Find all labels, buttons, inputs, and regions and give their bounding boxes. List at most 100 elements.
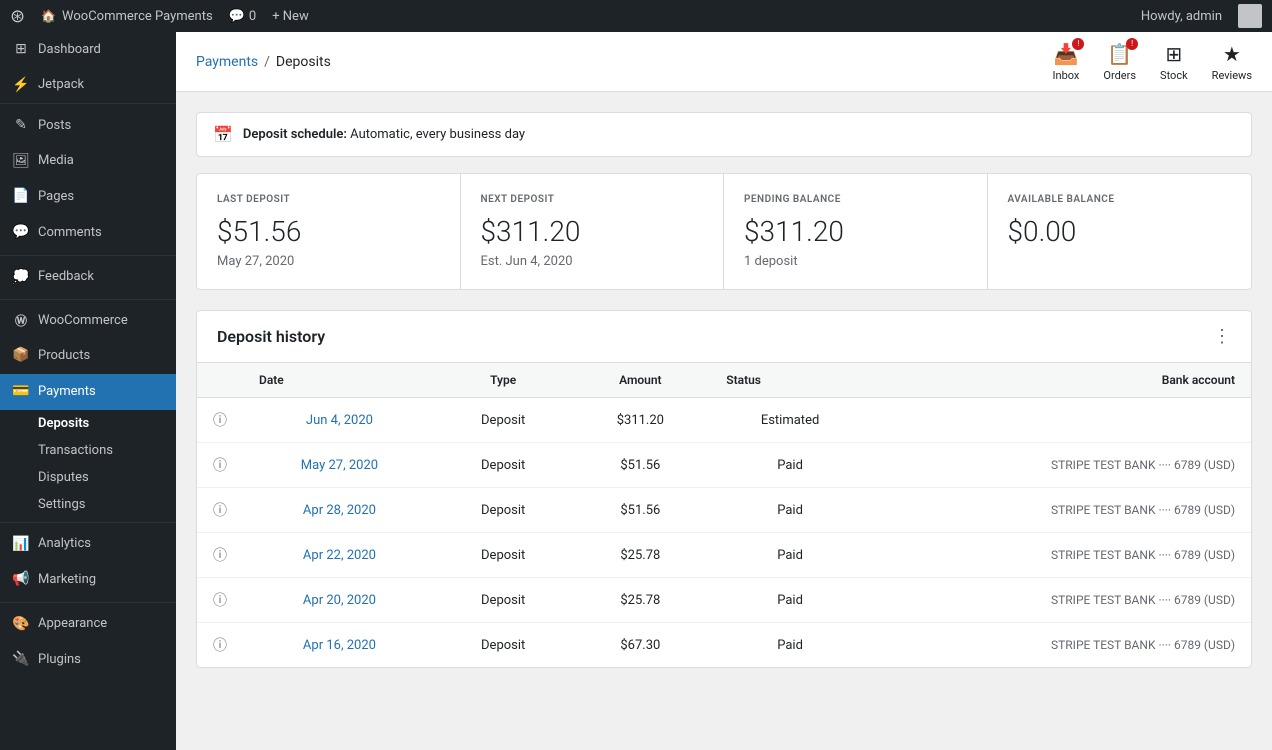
user-greeting: Howdy, admin: [1141, 9, 1222, 24]
deposit-history-title: Deposit history: [217, 327, 325, 346]
plugins-icon: 🔌: [12, 650, 30, 670]
table-row: ⓘ Jun 4, 2020 Deposit $311.20 Estimated: [197, 398, 1251, 443]
row-type: Deposit: [436, 578, 571, 623]
sidebar-sub-settings[interactable]: Settings: [0, 491, 176, 518]
row-type: Deposit: [436, 623, 571, 668]
new-content-item[interactable]: + New: [272, 9, 309, 24]
row-status: Paid: [710, 533, 870, 578]
col-date: Date: [243, 363, 436, 398]
row-date[interactable]: Apr 28, 2020: [243, 488, 436, 533]
table-row: ⓘ Apr 22, 2020 Deposit $25.78 Paid STRIP…: [197, 533, 1251, 578]
sidebar-item-dashboard[interactable]: ⊞ Dashboard: [0, 32, 176, 68]
sidebar-item-jetpack[interactable]: ⚡ Jetpack: [0, 68, 176, 104]
breadcrumb-parent-link[interactable]: Payments: [196, 54, 258, 70]
row-amount: $25.78: [570, 533, 710, 578]
sidebar-sub-deposits[interactable]: Deposits: [0, 410, 176, 437]
row-amount: $25.78: [570, 578, 710, 623]
sidebar-label-dashboard: Dashboard: [38, 41, 101, 59]
sidebar-item-feedback[interactable]: 💭 Feedback: [0, 260, 176, 296]
comments-icon: 💬: [12, 223, 30, 243]
row-date[interactable]: Apr 20, 2020: [243, 578, 436, 623]
appearance-icon: 🎨: [12, 615, 30, 635]
sidebar-item-appearance[interactable]: 🎨 Appearance: [0, 607, 176, 643]
sidebar-sub-disputes[interactable]: Disputes: [0, 464, 176, 491]
posts-icon: ✎: [12, 116, 30, 136]
sidebar-item-payments[interactable]: 💳 Payments: [0, 374, 176, 410]
calendar-icon: 📅: [213, 125, 233, 144]
sidebar-label-feedback: Feedback: [38, 268, 94, 286]
row-date[interactable]: Apr 22, 2020: [243, 533, 436, 578]
row-bank: STRIPE TEST BANK ···· 6789 (USD): [870, 488, 1251, 533]
topbar: Payments / Deposits 📥 ! Inbox 📋 !: [176, 32, 1272, 92]
sidebar-label-plugins: Plugins: [38, 651, 81, 669]
row-type: Deposit: [436, 443, 571, 488]
row-status: Paid: [710, 578, 870, 623]
row-amount: $67.30: [570, 623, 710, 668]
sidebar: ⊞ Dashboard ⚡ Jetpack ✎ Posts 🖼 Media 📄 …: [0, 32, 176, 750]
available-balance-value: $0.00: [1008, 215, 1232, 248]
available-balance-label: AVAILABLE BALANCE: [1008, 194, 1232, 205]
row-bank: STRIPE TEST BANK ···· 6789 (USD): [870, 533, 1251, 578]
row-status: Estimated: [710, 398, 870, 443]
sidebar-sub-transactions[interactable]: Transactions: [0, 437, 176, 464]
orders-button[interactable]: 📋 ! Orders: [1103, 42, 1136, 82]
sidebar-item-plugins[interactable]: 🔌 Plugins: [0, 642, 176, 678]
site-name[interactable]: 🏠 WooCommerce Payments: [41, 9, 213, 24]
woocommerce-icon: Ⓦ: [12, 313, 30, 330]
sidebar-label-media: Media: [38, 152, 74, 170]
col-bank: Bank account: [870, 363, 1251, 398]
orders-icon: 📋 !: [1107, 42, 1132, 66]
sidebar-item-analytics[interactable]: 📊 Analytics: [0, 527, 176, 563]
more-options-button[interactable]: ⋮: [1213, 328, 1231, 346]
row-status: Paid: [710, 488, 870, 533]
row-date[interactable]: May 27, 2020: [243, 443, 436, 488]
settings-label: Settings: [38, 497, 85, 512]
row-info-icon: ⓘ: [197, 578, 243, 623]
sidebar-item-pages[interactable]: 📄 Pages: [0, 179, 176, 215]
inbox-button[interactable]: 📥 ! Inbox: [1053, 42, 1080, 82]
last-deposit-value: $51.56: [217, 215, 440, 248]
main-content: Payments / Deposits 📥 ! Inbox 📋 !: [176, 32, 1272, 750]
sidebar-label-pages: Pages: [38, 188, 74, 206]
sidebar-label-jetpack: Jetpack: [38, 76, 84, 94]
row-info-icon: ⓘ: [197, 488, 243, 533]
deposit-schedule-banner: 📅 Deposit schedule: Automatic, every bus…: [196, 112, 1252, 157]
table-row: ⓘ Apr 16, 2020 Deposit $67.30 Paid STRIP…: [197, 623, 1251, 668]
sidebar-item-media[interactable]: 🖼 Media: [0, 144, 176, 180]
row-date[interactable]: Jun 4, 2020: [243, 398, 436, 443]
row-amount: $51.56: [570, 443, 710, 488]
row-date[interactable]: Apr 16, 2020: [243, 623, 436, 668]
jetpack-icon: ⚡: [12, 76, 30, 96]
row-info-icon: ⓘ: [197, 398, 243, 443]
comments-adminbar-item[interactable]: 💬 0: [229, 9, 257, 24]
sidebar-item-comments[interactable]: 💬 Comments: [0, 215, 176, 251]
sidebar-item-woocommerce[interactable]: Ⓦ WooCommerce: [0, 304, 176, 338]
stock-button[interactable]: ⊞ Stock: [1160, 42, 1188, 82]
sidebar-label-woocommerce: WooCommerce: [38, 312, 128, 330]
breadcrumb-separator: /: [264, 54, 270, 70]
analytics-icon: 📊: [12, 535, 30, 555]
row-type: Deposit: [436, 533, 571, 578]
sidebar-item-posts[interactable]: ✎ Posts: [0, 108, 176, 144]
next-deposit-label: NEXT DEPOSIT: [481, 194, 704, 205]
inbox-label: Inbox: [1053, 69, 1080, 82]
wp-logo-icon: ⊛: [10, 6, 25, 27]
table-header-row: Date Type Amount Status Bank account: [197, 363, 1251, 398]
row-amount: $311.20: [570, 398, 710, 443]
table-row: ⓘ May 27, 2020 Deposit $51.56 Paid STRIP…: [197, 443, 1251, 488]
reviews-button[interactable]: ★ Reviews: [1212, 42, 1252, 82]
sidebar-label-payments: Payments: [38, 383, 96, 401]
row-bank: STRIPE TEST BANK ···· 6789 (USD): [870, 443, 1251, 488]
stats-row: LAST DEPOSIT $51.56 May 27, 2020 NEXT DE…: [196, 173, 1252, 290]
deposits-label: Deposits: [38, 416, 89, 431]
transactions-label: Transactions: [38, 443, 113, 458]
sidebar-item-products[interactable]: 📦 Products: [0, 338, 176, 374]
row-status: Paid: [710, 623, 870, 668]
row-type: Deposit: [436, 488, 571, 533]
sidebar-item-marketing[interactable]: 📢 Marketing: [0, 562, 176, 598]
sidebar-label-posts: Posts: [38, 117, 71, 135]
stat-last-deposit: LAST DEPOSIT $51.56 May 27, 2020: [197, 174, 461, 289]
sidebar-label-analytics: Analytics: [38, 535, 91, 553]
inbox-icon: 📥 !: [1054, 42, 1079, 66]
row-type: Deposit: [436, 398, 571, 443]
